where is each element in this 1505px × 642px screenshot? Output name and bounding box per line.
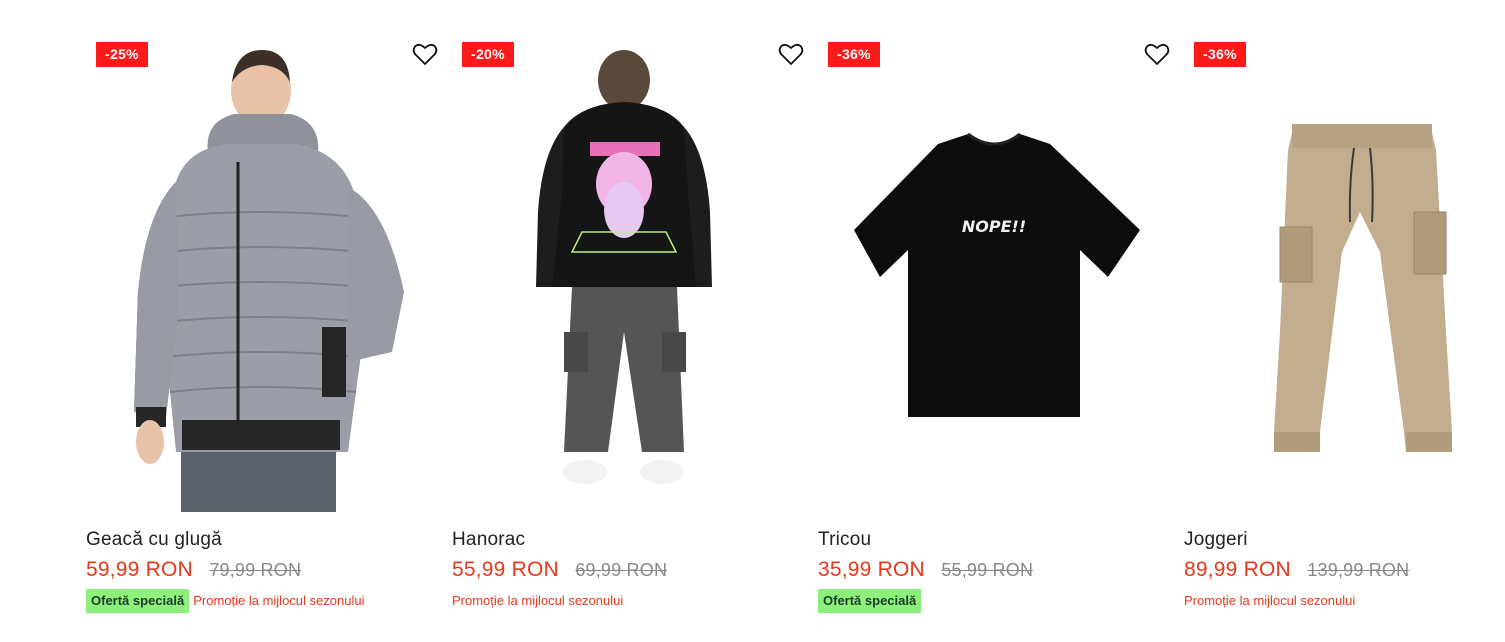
product-image-jacket xyxy=(134,50,404,512)
discount-badge: -36% xyxy=(828,42,880,67)
price-row: 59,99 RON 79,99 RON xyxy=(86,558,301,582)
product-card-joggers[interactable]: -36% Joggeri 89,99 RON 139,99 RON Promoț… xyxy=(1184,32,1505,632)
product-image-link[interactable]: -25% xyxy=(86,32,438,512)
product-image-link[interactable]: NOPE!! -36% xyxy=(818,32,1170,512)
wishlist-heart-icon[interactable] xyxy=(1144,42,1170,66)
wishlist-heart-icon[interactable] xyxy=(778,42,804,66)
discount-badge: -36% xyxy=(1194,42,1246,67)
price-row: 55,99 RON 69,99 RON xyxy=(452,558,667,582)
product-grid: -25% Geacă cu glugă 59,99 RON 79,99 RON … xyxy=(86,0,1505,642)
product-tags: Ofertă specială xyxy=(818,589,925,613)
special-offer-tag: Ofertă specială xyxy=(818,589,922,613)
wishlist-heart-icon[interactable] xyxy=(412,42,438,66)
promo-label: Promoție la mijlocul sezonului xyxy=(193,593,365,608)
svg-text:NOPE!!: NOPE!! xyxy=(962,217,1026,236)
product-tags: Promoție la mijlocul sezonului xyxy=(1184,589,1355,613)
price-row: 35,99 RON 55,99 RON xyxy=(818,558,1033,582)
product-image-link[interactable]: -20% xyxy=(452,32,804,512)
product-tags: Ofertă specială Promoție la mijlocul sez… xyxy=(86,589,364,613)
original-price: 55,99 RON xyxy=(941,560,1034,580)
product-title[interactable]: Joggeri xyxy=(1184,529,1248,551)
product-card-jacket[interactable]: -25% Geacă cu glugă 59,99 RON 79,99 RON … xyxy=(86,32,438,632)
product-title[interactable]: Geacă cu glugă xyxy=(86,529,222,551)
product-title[interactable]: Hanorac xyxy=(452,529,525,551)
current-price: 59,99 RON xyxy=(86,558,193,581)
discount-badge: -25% xyxy=(96,42,148,67)
product-image-tshirt: NOPE!! xyxy=(854,132,1140,417)
product-image-hoodie xyxy=(536,50,712,484)
promo-label: Promoție la mijlocul sezonului xyxy=(452,593,624,608)
original-price: 79,99 RON xyxy=(209,560,302,580)
special-offer-tag: Ofertă specială xyxy=(86,589,190,613)
product-image-joggers xyxy=(1274,124,1452,452)
product-title[interactable]: Tricou xyxy=(818,529,871,551)
product-card-hoodie[interactable]: -20% Hanorac 55,99 RON 69,99 RON Promoți… xyxy=(452,32,804,632)
product-card-tshirt[interactable]: NOPE!! -36% Tricou 35,99 RON 55,99 RON O… xyxy=(818,32,1170,632)
original-price: 69,99 RON xyxy=(575,560,668,580)
product-tags: Promoție la mijlocul sezonului xyxy=(452,589,623,613)
product-image-link[interactable]: -36% xyxy=(1184,32,1505,512)
original-price: 139,99 RON xyxy=(1307,560,1410,580)
current-price: 35,99 RON xyxy=(818,558,925,581)
price-row: 89,99 RON 139,99 RON xyxy=(1184,558,1409,582)
current-price: 89,99 RON xyxy=(1184,558,1291,581)
discount-badge: -20% xyxy=(462,42,514,67)
current-price: 55,99 RON xyxy=(452,558,559,581)
promo-label: Promoție la mijlocul sezonului xyxy=(1184,593,1356,608)
